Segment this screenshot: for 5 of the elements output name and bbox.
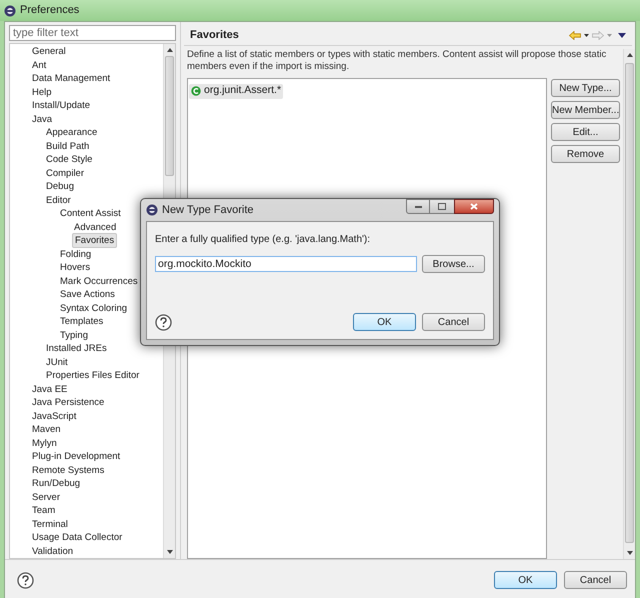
page-description: Define a list of static members or types with static members. Content assist will propose those static members even if the import is missing. xyxy=(187,49,608,73)
dialog-prompt: Enter a fully qualified type (e.g. 'java.lang.Math'): xyxy=(155,233,372,247)
page-title: Favorites xyxy=(190,28,239,43)
dialog-title: New Type Favorite xyxy=(162,202,254,218)
window-title: Preferences xyxy=(20,3,80,18)
